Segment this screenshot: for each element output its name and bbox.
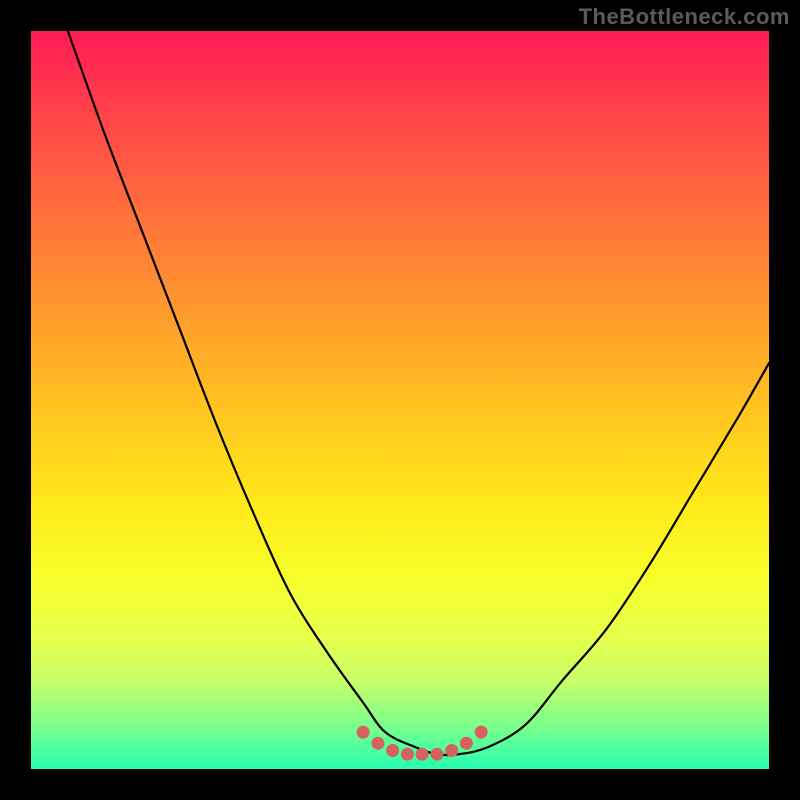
bottom-dot-cluster (357, 726, 488, 761)
dot (386, 744, 399, 757)
dot (460, 737, 473, 750)
dot (401, 748, 414, 761)
watermark-text: TheBottleneck.com (579, 4, 790, 30)
dot (416, 748, 429, 761)
dot (357, 726, 370, 739)
dot (475, 726, 488, 739)
dot (445, 744, 458, 757)
chart-svg (31, 31, 769, 769)
dot (371, 737, 384, 750)
curve-line (68, 31, 769, 755)
dot (430, 748, 443, 761)
chart-frame: TheBottleneck.com (0, 0, 800, 800)
